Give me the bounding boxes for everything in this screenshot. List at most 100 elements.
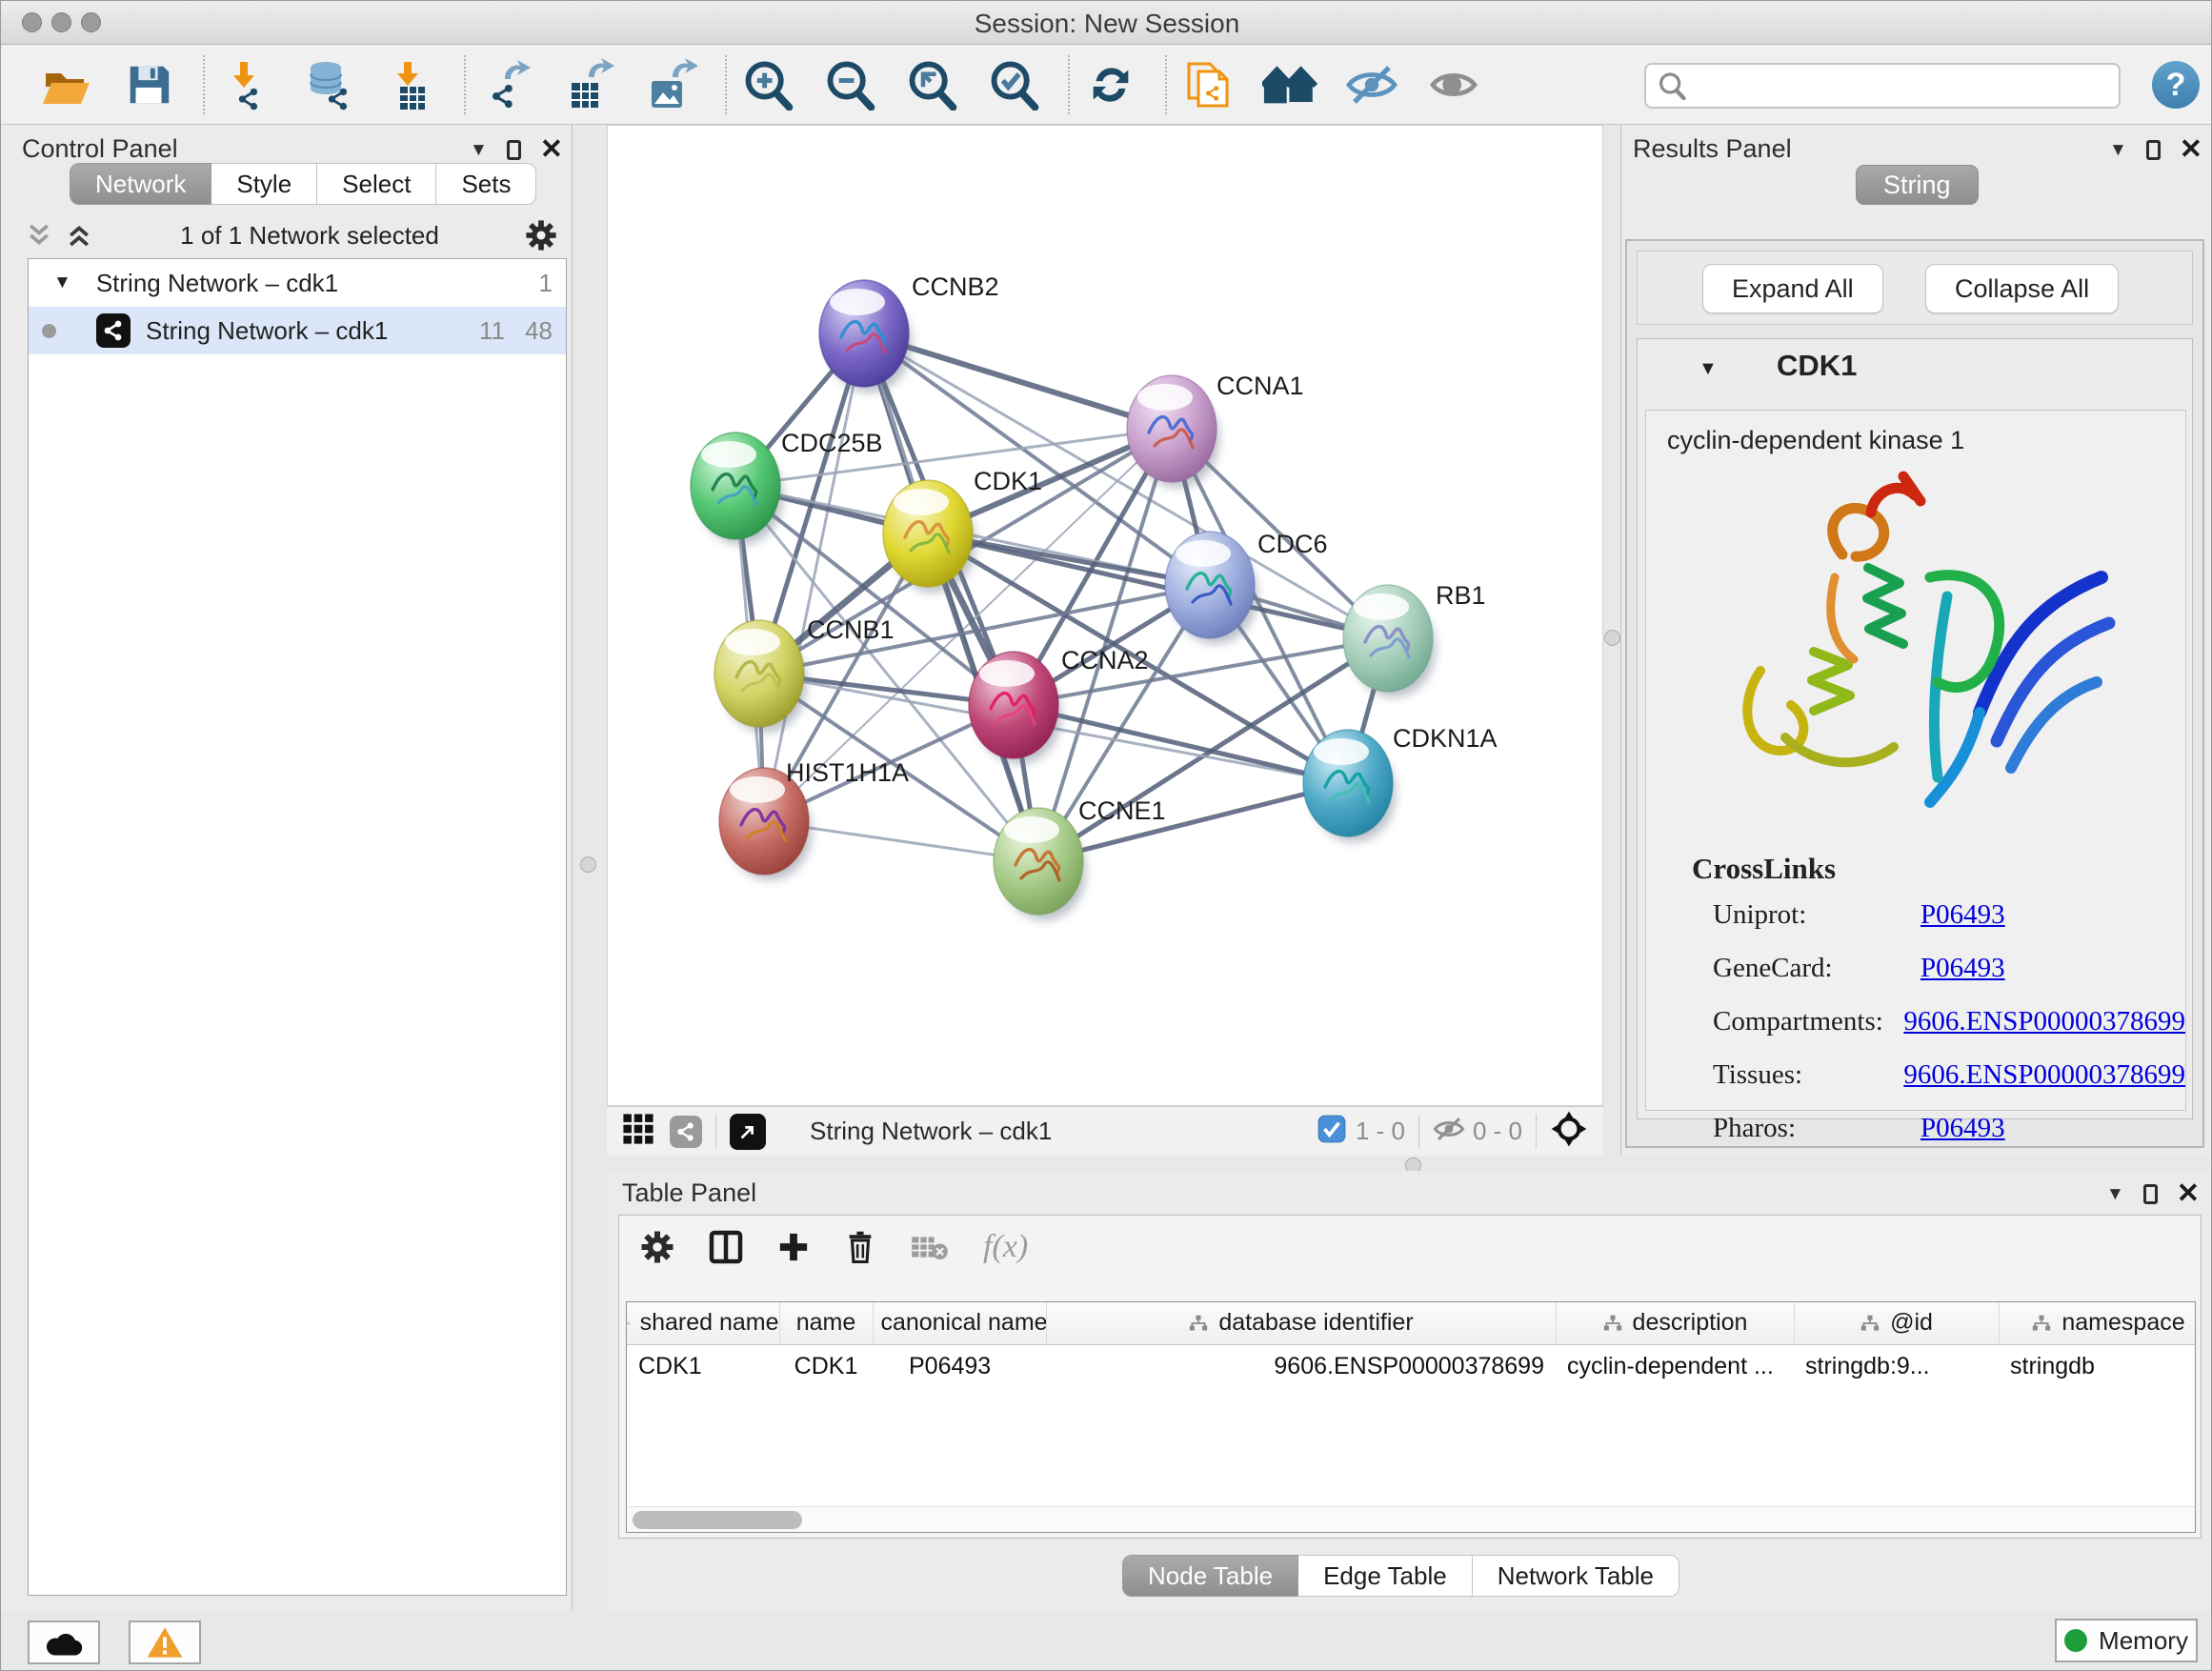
table-cell[interactable]: stringdb (1999, 1344, 2196, 1388)
crosslink-link[interactable]: 9606.ENSP00000378699 (1903, 1059, 2185, 1091)
results-panel: Results Panel ▼ ✕ String Expand All Coll… (1620, 125, 2212, 1156)
function-builder-icon: f(x) (983, 1229, 1028, 1265)
collection-expand-triangle-icon[interactable]: ▼ (53, 272, 71, 293)
import-network-from-database-button[interactable] (300, 55, 355, 114)
node-CCNB2[interactable] (819, 280, 912, 393)
table-cell[interactable]: CDK1 (627, 1344, 779, 1388)
table-panel-menu-icon[interactable]: ▼ (2106, 1184, 2124, 1205)
first-neighbors-button[interactable] (1262, 55, 1317, 114)
table-row[interactable]: CDK1CDK1P064939606.ENSP00000378699cyclin… (627, 1344, 2196, 1388)
table-cell[interactable]: P06493 (873, 1344, 1046, 1388)
crosslink-link[interactable]: P06493 (1920, 899, 2005, 931)
node-table[interactable]: shared namenamecanonical namedatabase id… (626, 1301, 2196, 1533)
show-columns-icon[interactable] (709, 1230, 743, 1264)
network-row-selected[interactable]: String Network – cdk1 11 48 (29, 307, 566, 354)
help-button[interactable]: ? (2152, 61, 2200, 109)
node-CCNA1[interactable] (1127, 375, 1219, 488)
tab-string[interactable]: String (1856, 165, 1979, 205)
fit-content-crosshair-icon[interactable] (1550, 1110, 1588, 1153)
column-header-canonical-name[interactable]: canonical name (873, 1302, 1046, 1344)
cloud-status-button[interactable] (28, 1621, 100, 1664)
tab-network[interactable]: Network (70, 163, 211, 205)
table-options-gear-icon[interactable] (640, 1230, 674, 1264)
warnings-button[interactable] (129, 1621, 201, 1664)
network-view-type-icon[interactable] (670, 1116, 702, 1148)
import-network-from-file-button[interactable] (218, 55, 273, 114)
open-session-button[interactable] (39, 55, 94, 114)
control-panel-menu-icon[interactable]: ▼ (470, 140, 488, 161)
zoom-out-button[interactable] (822, 55, 877, 114)
node-CDK1[interactable] (883, 480, 975, 593)
table-cell[interactable]: stringdb:9... (1794, 1344, 1999, 1388)
tab-network-table[interactable]: Network Table (1473, 1555, 1679, 1597)
delete-table-icon (911, 1233, 949, 1261)
search-input[interactable] (1686, 71, 2096, 101)
node-CCNB1[interactable] (714, 620, 807, 733)
node-CCNA2[interactable] (969, 652, 1061, 764)
collapse-all-chevron-icon[interactable] (24, 221, 54, 250)
delete-column-trash-icon[interactable] (844, 1231, 876, 1263)
scrollbar-thumb[interactable] (633, 1511, 802, 1529)
add-column-icon[interactable] (777, 1231, 810, 1263)
string-network-graph[interactable]: CCNB2CCNA1CDC25BCDK1CDC6RB1CCNB1CCNA2CDK… (608, 126, 1602, 1105)
show-all-button[interactable] (1426, 55, 1481, 114)
control-panel-float-icon[interactable] (507, 140, 521, 160)
open-in-new-window-icon[interactable] (730, 1114, 766, 1150)
table-panel-close-icon[interactable]: ✕ (2177, 1180, 2200, 1208)
node-CDC6[interactable] (1165, 532, 1257, 644)
hide-selected-button[interactable] (1344, 55, 1399, 114)
results-panel-float-icon[interactable] (2146, 140, 2161, 160)
column-header-name[interactable]: name (779, 1302, 873, 1344)
node-RB1[interactable] (1343, 585, 1436, 697)
duplicate-network-button[interactable] (1180, 55, 1236, 114)
table-cell[interactable]: cyclin-dependent ... (1556, 1344, 1794, 1388)
network-collection-row[interactable]: ▼ String Network – cdk1 1 (29, 259, 566, 307)
results-panel-close-icon[interactable]: ✕ (2180, 136, 2202, 164)
zoom-selected-button[interactable] (986, 55, 1041, 114)
table-cell[interactable]: 9606.ENSP00000378699 (1046, 1344, 1556, 1388)
node-CDKN1A[interactable] (1303, 730, 1396, 842)
column-header-namespace[interactable]: namespace (1999, 1302, 2196, 1344)
tab-select[interactable]: Select (317, 163, 436, 205)
right-splitter-handle[interactable] (1604, 630, 1620, 646)
expand-all-chevron-icon[interactable] (64, 221, 94, 250)
network-view-canvas[interactable]: CCNB2CCNA1CDC25BCDK1CDC6RB1CCNB1CCNA2CDK… (607, 125, 1603, 1106)
crosslink-link[interactable]: P06493 (1920, 1113, 2005, 1144)
memory-button[interactable]: Memory (2055, 1619, 2198, 1662)
export-table-button[interactable] (561, 55, 616, 114)
tab-style[interactable]: Style (211, 163, 317, 205)
results-panel-menu-icon[interactable]: ▼ (2109, 140, 2127, 161)
left-splitter-handle[interactable] (580, 856, 596, 873)
network-options-gear-icon[interactable] (525, 219, 557, 252)
protein-collapse-triangle-icon[interactable]: ▼ (1699, 358, 1718, 380)
attribute-tree-icon (1860, 1314, 1880, 1333)
column-header-database-identifier[interactable]: database identifier (1046, 1302, 1556, 1344)
expand-all-button[interactable]: Expand All (1702, 264, 1883, 313)
column-header-@id[interactable]: @id (1794, 1302, 1999, 1344)
selected-checkbox-icon[interactable] (1317, 1115, 1346, 1148)
zoom-fit-button[interactable] (904, 55, 959, 114)
table-cell[interactable]: CDK1 (779, 1344, 873, 1388)
node-label-CCNE1: CCNE1 (1078, 796, 1166, 825)
zoom-in-button[interactable] (740, 55, 795, 114)
tab-node-table[interactable]: Node Table (1122, 1555, 1298, 1597)
table-panel-tabs: Node TableEdge TableNetwork Table (1122, 1555, 1679, 1597)
import-table-from-file-button[interactable] (382, 55, 437, 114)
crosslink-link[interactable]: 9606.ENSP00000378699 (1903, 1006, 2185, 1037)
table-panel-float-icon[interactable] (2143, 1184, 2158, 1204)
toolbar-search[interactable] (1644, 63, 2121, 109)
export-network-button[interactable] (479, 55, 534, 114)
tab-edge-table[interactable]: Edge Table (1298, 1555, 1473, 1597)
table-horizontal-scrollbar[interactable] (627, 1506, 2195, 1532)
save-session-button[interactable] (121, 55, 176, 114)
column-header-shared-name[interactable]: shared name (627, 1302, 779, 1344)
node-CCNE1[interactable] (994, 808, 1086, 920)
tab-sets[interactable]: Sets (436, 163, 536, 205)
crosslink-link[interactable]: P06493 (1920, 953, 2005, 984)
birds-eye-view-icon[interactable] (622, 1113, 654, 1150)
export-image-button[interactable] (643, 55, 698, 114)
apply-layout-button[interactable] (1083, 55, 1138, 114)
column-header-description[interactable]: description (1556, 1302, 1794, 1344)
collapse-all-button[interactable]: Collapse All (1925, 264, 2119, 313)
control-panel-close-icon[interactable]: ✕ (540, 136, 563, 164)
